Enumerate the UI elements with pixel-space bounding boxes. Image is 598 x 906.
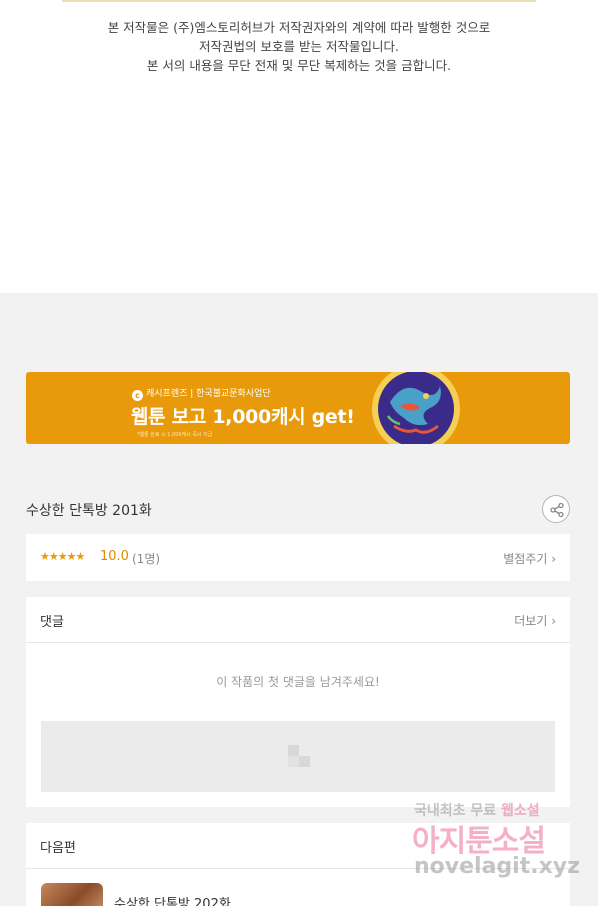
comment-header: 댓글 더보기 › [26, 597, 570, 643]
ad-placeholder [41, 721, 555, 792]
banner-note: *웹툰 완료 시 1,000캐시 즉시 지급 [137, 432, 213, 438]
copyright-line: 본 서의 내용을 무단 전재 및 무단 복제하는 것을 금합니다. [146, 58, 452, 73]
banner-sponsor: c 캐시프렌즈 | 한국불교문화사업단 [132, 386, 271, 401]
banner-sponsor-text: 캐시프렌즈 | 한국불교문화사업단 [146, 389, 271, 399]
next-episode-thumbnail[interactable] [41, 883, 103, 906]
copyright-line: 저작권법의 보호를 받는 저작물입니다. [199, 39, 399, 54]
site-watermark: 국내최초 무료 웹소설 아지툰소설 novelagit.xyz [410, 798, 590, 888]
divider [62, 0, 536, 2]
more-comments-link[interactable]: 더보기 › [514, 612, 556, 629]
rating-card: ★★★★★ 10.0 (1명) 별점주기 › [26, 534, 570, 581]
promo-banner[interactable]: c 캐시프렌즈 | 한국불교문화사업단 웹툰 보고 1,000캐시 get! *웹… [26, 372, 570, 444]
rate-button[interactable]: 별점주기 › [503, 550, 556, 567]
episode-title: 수상한 단톡방 201화 [26, 503, 152, 519]
image-placeholder-icon [288, 745, 310, 767]
empty-comment-message: 이 작품의 첫 댓글을 남겨주세요! [216, 675, 380, 689]
copyright-notice: 본 저작물은 (주)엠스토리허브가 저작권자와의 계약에 따라 발행한 것으로 … [0, 18, 598, 75]
next-episode-title[interactable]: 수상한 단톡방 202화 [114, 893, 231, 906]
comment-label: 댓글 [40, 615, 64, 630]
comment-section: 댓글 더보기 › 이 작품의 첫 댓글을 남겨주세요! [26, 597, 570, 807]
share-button[interactable] [542, 495, 570, 523]
copyright-line: 본 저작물은 (주)엠스토리허브가 저작권자와의 계약에 따라 발행한 것으로 [107, 20, 491, 35]
copyright-section: 본 저작물은 (주)엠스토리허브가 저작권자와의 계약에 따라 발행한 것으로 … [0, 0, 598, 293]
rating-count: (1명) [132, 552, 161, 566]
rating-score: 10.0 [100, 549, 129, 564]
rating-stars: ★★★★★ [40, 550, 85, 563]
cash-icon: c [132, 390, 143, 401]
share-icon [550, 502, 564, 518]
watermark-url: novelagit.xyz [414, 854, 580, 879]
dragon-illustration [372, 372, 460, 444]
episode-header: 수상한 단톡방 201화 [26, 494, 570, 524]
next-episode-label: 다음편 [40, 841, 76, 856]
banner-headline: 웹툰 보고 1,000캐시 get! [131, 406, 355, 428]
